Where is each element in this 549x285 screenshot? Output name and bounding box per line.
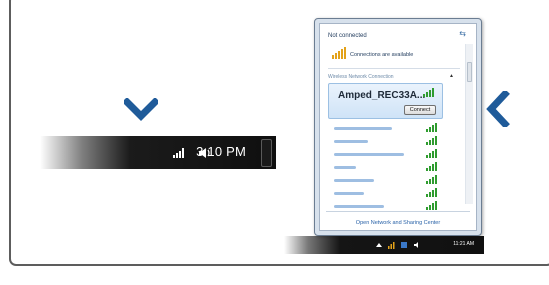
- signal-strength-icon: [426, 123, 437, 132]
- signal-strength-icon: [426, 162, 437, 171]
- signal-strength-icon: [423, 88, 434, 97]
- taskbar-closeup: 3:10 PM: [40, 136, 276, 169]
- network-popup: Not connected ⇆ Connections are availabl…: [314, 18, 482, 236]
- chevron-left-icon: [486, 91, 510, 127]
- network-list-item[interactable]: [334, 175, 440, 187]
- signal-strength-icon: [426, 188, 437, 197]
- clock-label: 3:10 PM: [196, 144, 246, 159]
- network-sharing-center-link[interactable]: Open Network and Sharing Center: [320, 220, 476, 226]
- connection-status: Not connected: [328, 33, 367, 39]
- wifi-signal-icon[interactable]: [172, 146, 188, 158]
- tray-icons: [376, 242, 418, 249]
- collapse-icon[interactable]: ▲: [449, 73, 454, 79]
- signal-strength-icon: [426, 175, 437, 184]
- chevron-down-icon: [124, 98, 158, 121]
- network-list-item[interactable]: [334, 136, 440, 148]
- selected-network[interactable]: Amped_REC33A... Connect: [328, 83, 443, 119]
- divider: [326, 211, 470, 212]
- network-name: Amped_REC33A...: [338, 90, 426, 101]
- signal-strength-icon: [332, 47, 346, 59]
- network-list-item[interactable]: [334, 188, 440, 200]
- availability-label: Connections are available: [350, 52, 414, 58]
- section-title: Wireless Network Connection: [328, 74, 394, 80]
- network-list-item[interactable]: [334, 123, 440, 135]
- taskbar-small: 11:21 AM: [284, 236, 484, 254]
- scrollbar-thumb[interactable]: [467, 62, 472, 82]
- show-desktop-button[interactable]: [261, 139, 272, 167]
- connect-button[interactable]: Connect: [404, 105, 436, 115]
- network-list-item[interactable]: [334, 149, 440, 161]
- refresh-icon[interactable]: ⇆: [459, 29, 466, 38]
- popup-panel: Not connected ⇆ Connections are availabl…: [319, 23, 477, 231]
- signal-strength-icon: [426, 136, 437, 145]
- signal-strength-icon: [426, 149, 437, 158]
- divider: [328, 68, 460, 69]
- show-hidden-icons-icon: [376, 243, 382, 247]
- scrollbar[interactable]: [465, 44, 473, 204]
- clock-label: 11:21 AM: [453, 241, 474, 247]
- signal-strength-icon: [426, 201, 437, 210]
- network-list-item[interactable]: [334, 162, 440, 174]
